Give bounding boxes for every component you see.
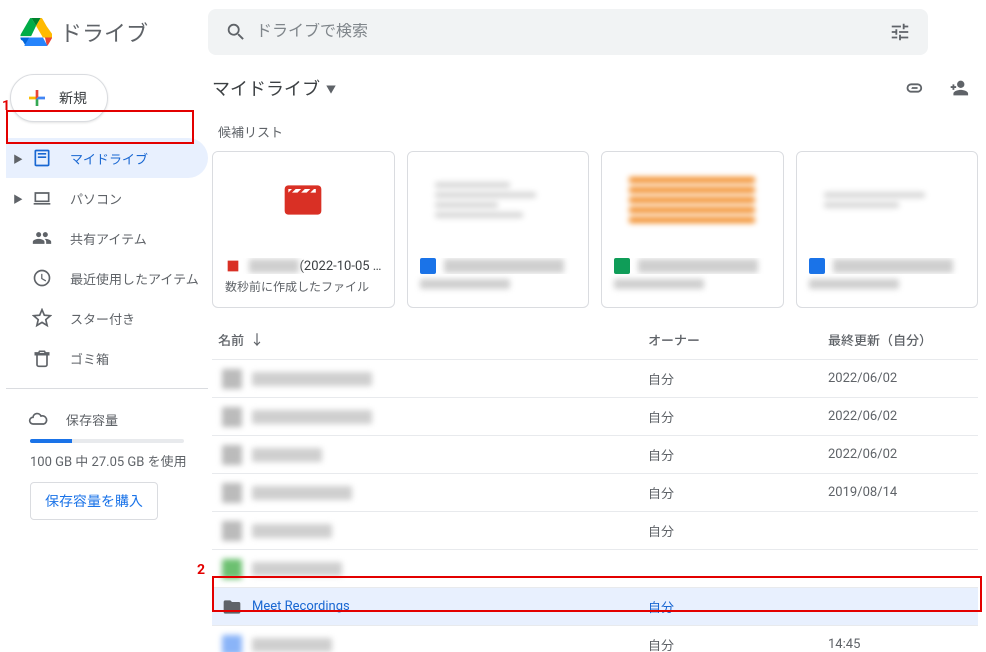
suggested-card[interactable] [601, 151, 784, 308]
chevron-down-icon: ▼ [326, 81, 336, 96]
people-icon [30, 226, 54, 250]
logo-area[interactable]: ドライブ [12, 12, 208, 52]
file-list-header: 名前 ↓ オーナー 最終更新（自分） [212, 320, 978, 360]
folder-icon [222, 597, 242, 617]
buy-storage-button[interactable]: 保存容量を購入 [30, 482, 158, 520]
file-row[interactable]: 自分 2019/08/14 [212, 474, 978, 512]
search-bar[interactable] [208, 9, 928, 55]
col-header-modified[interactable]: 最終更新（自分） [828, 330, 978, 349]
storage-section: 保存容量 100 GB 中 27.05 GB を使用 保存容量を購入 [6, 388, 208, 520]
sidebar-item-recent[interactable]: ▶ 最近使用したアイテム [6, 258, 208, 298]
folder-icon [222, 483, 242, 503]
search-input[interactable] [256, 23, 880, 41]
folder-icon [222, 521, 242, 541]
file-row-meet-recordings[interactable]: Meet Recordings 自分 [212, 588, 978, 626]
computer-icon [30, 186, 54, 210]
cloud-icon [26, 407, 50, 431]
col-header-name[interactable]: 名前 ↓ [212, 330, 648, 350]
sidebar: 新規 ▶ マイドライブ ▶ パソコン ▶ 共有アイテム ▶ [0, 64, 208, 652]
sidebar-item-label: マイドライブ [70, 149, 148, 168]
sidebar-item-label: ゴミ箱 [70, 349, 109, 368]
suggested-title: 候補リスト [218, 122, 978, 141]
file-name: Meet Recordings [252, 599, 350, 614]
chevron-right-icon: ▶ [10, 151, 26, 166]
card-thumb [213, 152, 394, 248]
storage-label: 保存容量 [66, 410, 118, 429]
storage-bar-fill [30, 439, 72, 443]
app-title: ドライブ [60, 16, 148, 48]
plus-icon [25, 86, 49, 110]
col-header-owner[interactable]: オーナー [648, 330, 828, 349]
trash-icon [30, 346, 54, 370]
file-row[interactable] [212, 550, 978, 588]
header: ドライブ [0, 0, 986, 64]
star-icon [30, 306, 54, 330]
chevron-right-icon: ▶ [10, 191, 26, 206]
suggested-cards: (2022-10-05 … 数秒前に作成したファイル [212, 151, 978, 308]
storage-bar [30, 439, 184, 443]
sidebar-item-starred[interactable]: ▶ スター付き [6, 298, 208, 338]
storage-usage-text: 100 GB 中 27.05 GB を使用 [14, 451, 192, 470]
add-person-button[interactable] [938, 68, 978, 108]
location-label: マイドライブ [212, 75, 320, 101]
sidebar-item-computers[interactable]: ▶ パソコン [6, 178, 208, 218]
clock-icon [30, 266, 54, 290]
drive-logo-icon [16, 12, 56, 52]
location-bar: マイドライブ ▼ [212, 64, 978, 112]
sidebar-item-label: 共有アイテム [70, 229, 147, 248]
file-row[interactable]: 自分 2022/06/02 [212, 436, 978, 474]
sidebar-item-label: 最近使用したアイテム [70, 269, 199, 288]
folder-icon [222, 407, 242, 427]
mydrive-icon [30, 146, 54, 170]
folder-icon [222, 635, 242, 652]
file-row[interactable]: 自分 2022/06/02 [212, 398, 978, 436]
search-options-icon[interactable] [880, 12, 920, 52]
suggested-card[interactable]: (2022-10-05 … 数秒前に作成したファイル [212, 151, 395, 308]
new-button-label: 新規 [59, 88, 87, 108]
sidebar-item-label: パソコン [70, 189, 122, 208]
sidebar-item-mydrive[interactable]: ▶ マイドライブ [6, 138, 208, 178]
folder-icon [222, 445, 242, 465]
file-row[interactable]: 自分 [212, 512, 978, 550]
file-row[interactable]: 自分 14:45 [212, 626, 978, 652]
sidebar-item-label: スター付き [70, 309, 135, 328]
get-link-button[interactable] [894, 68, 934, 108]
suggested-card[interactable] [407, 151, 590, 308]
file-row[interactable]: 自分 2022/06/02 [212, 360, 978, 398]
sort-arrow-down-icon: ↓ [250, 330, 264, 350]
folder-icon [222, 369, 242, 389]
card-title: (2022-10-05 … [225, 258, 382, 274]
suggested-card[interactable] [796, 151, 979, 308]
card-subtitle: 数秒前に作成したファイル [225, 278, 382, 295]
main-area: マイドライブ ▼ 候補リスト [208, 64, 986, 652]
sidebar-item-shared[interactable]: ▶ 共有アイテム [6, 218, 208, 258]
folder-icon [222, 559, 242, 579]
location-dropdown[interactable]: マイドライブ ▼ [212, 75, 336, 101]
new-button[interactable]: 新規 [10, 74, 108, 122]
video-file-icon [225, 258, 241, 274]
search-icon[interactable] [216, 12, 256, 52]
sidebar-item-trash[interactable]: ▶ ゴミ箱 [6, 338, 208, 378]
sidebar-item-storage[interactable]: 保存容量 [14, 401, 192, 437]
